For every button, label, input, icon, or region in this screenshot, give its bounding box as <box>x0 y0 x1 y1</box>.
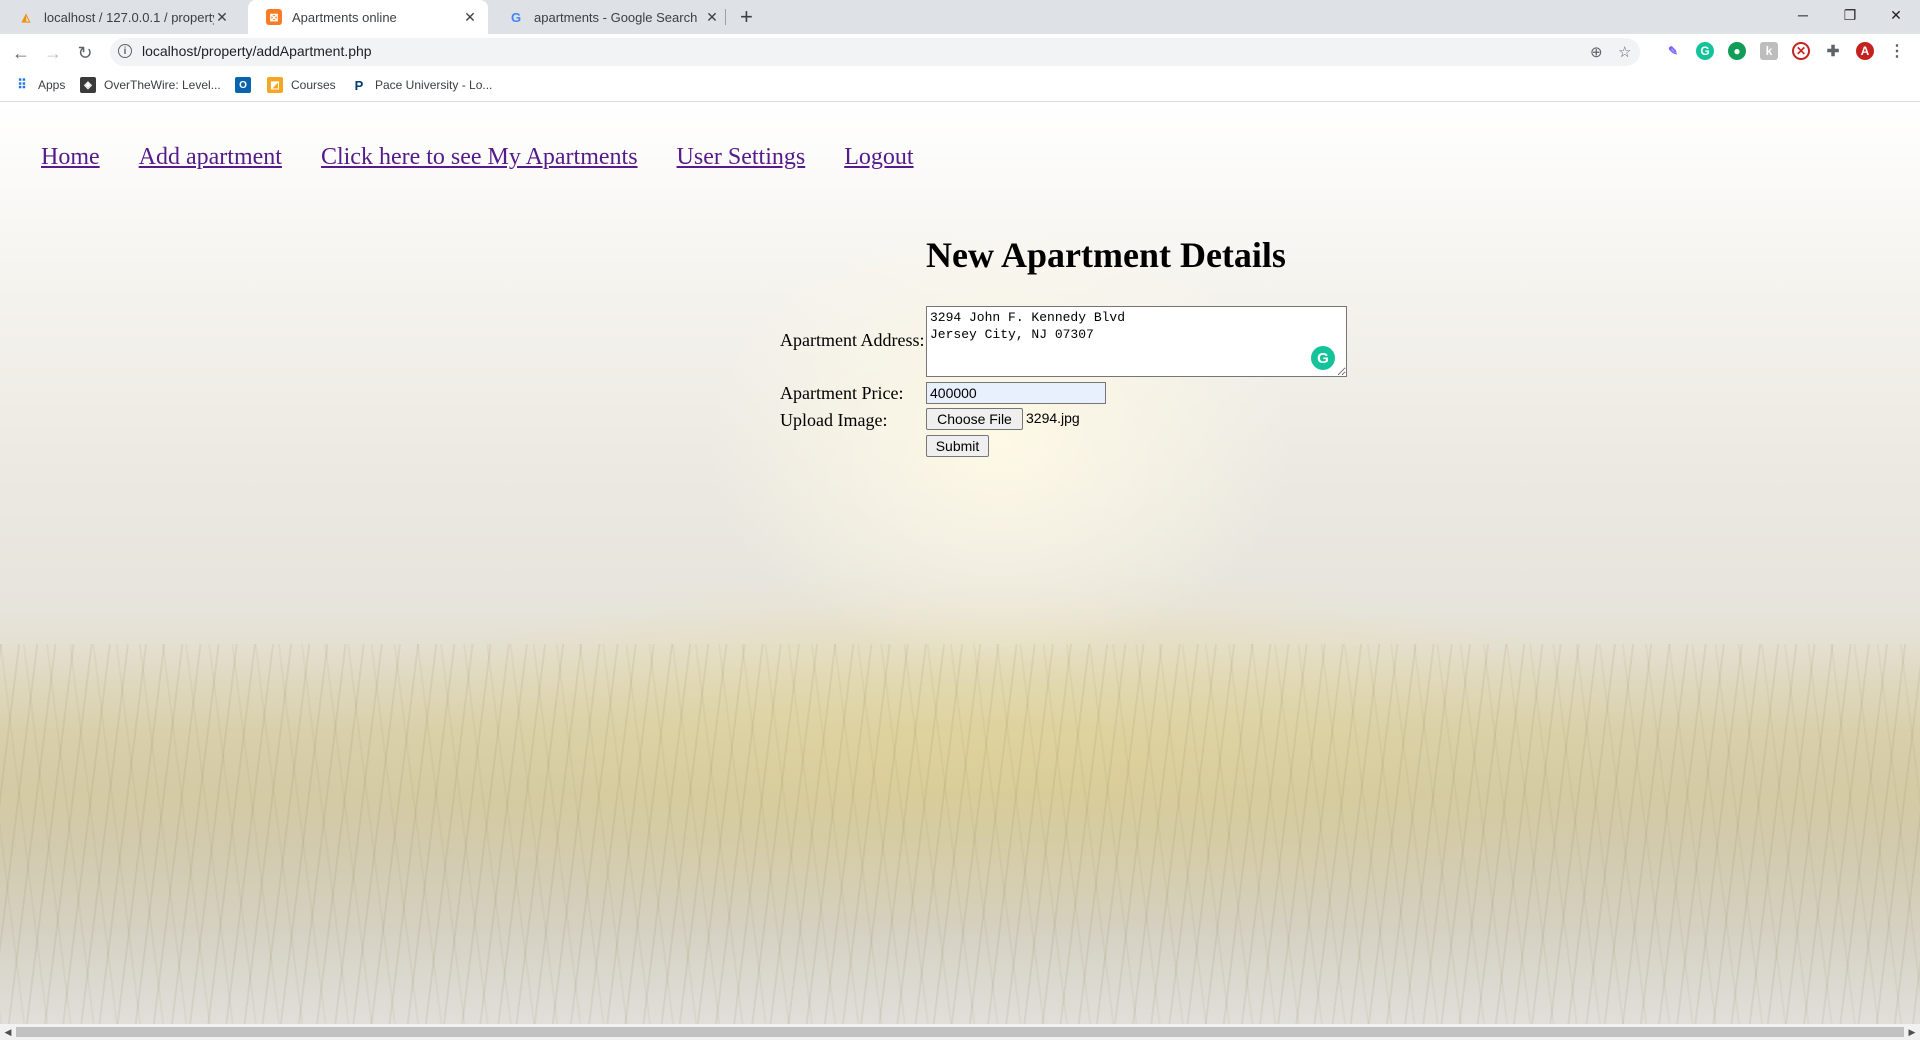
site-info-icon[interactable]: i <box>118 44 132 58</box>
forward-button[interactable]: → <box>41 41 65 65</box>
site-nav: Home Add apartment Click here to see My … <box>41 144 953 171</box>
tab-title: localhost / 127.0.0.1 / property / <box>44 9 214 25</box>
restore-button[interactable]: ❐ <box>1827 0 1873 30</box>
overthewire-icon: ◈ <box>80 77 96 93</box>
tab-phpmyadmin[interactable]: ◭ localhost / 127.0.0.1 / property / ✕ <box>0 0 240 34</box>
close-tab-icon[interactable]: ✕ <box>704 9 720 25</box>
bookmark-outlook[interactable]: O <box>235 77 259 93</box>
apps-grid-icon: ⠿ <box>17 77 27 92</box>
nav-user-settings-link[interactable]: User Settings <box>677 144 806 171</box>
close-tab-icon[interactable]: ✕ <box>462 9 478 25</box>
bookmarks-bar: ⠿ Apps ◈ OverTheWire: Level... O ◩ Cours… <box>0 70 1920 102</box>
bookmark-apps[interactable]: ⠿ Apps <box>14 77 65 93</box>
submit-button[interactable]: Submit <box>926 435 989 457</box>
nav-my-apartments-link[interactable]: Click here to see My Apartments <box>321 144 638 171</box>
browser-toolbar: ← → ↻ i localhost/property/addApartment.… <box>0 34 1920 70</box>
browser-menu-icon[interactable]: ⋮ <box>1888 42 1906 60</box>
grammarly-extension-icon[interactable]: G <box>1696 42 1714 60</box>
price-input[interactable] <box>926 382 1106 404</box>
bookmark-star-icon[interactable]: ☆ <box>1618 43 1631 61</box>
nav-logout-link[interactable]: Logout <box>844 144 913 171</box>
scrollbar-thumb[interactable] <box>16 1027 1904 1037</box>
bookmark-label: Pace University - Lo... <box>375 78 493 92</box>
address-bar[interactable]: i localhost/property/addApartment.php ⊕ … <box>110 38 1640 66</box>
evernote-extension-icon[interactable]: ● <box>1728 42 1746 60</box>
bookmark-courses[interactable]: ◩ Courses <box>267 77 336 93</box>
price-label: Apartment Price: <box>780 383 904 403</box>
page-title: New Apartment Details <box>926 235 1286 275</box>
reload-button[interactable]: ↻ <box>73 41 97 65</box>
xampp-icon: ⊠ <box>266 9 282 25</box>
bookmark-label: Apps <box>38 78 66 92</box>
pace-logo-icon: P <box>354 77 364 93</box>
gray-extension-icon[interactable]: k <box>1760 42 1778 60</box>
tab-title: apartments - Google Search <box>534 9 698 25</box>
choose-file-button[interactable]: Choose File <box>926 408 1023 430</box>
tab-google-search[interactable]: G apartments - Google Search ✕ <box>490 0 730 34</box>
close-tab-icon[interactable]: ✕ <box>214 9 230 25</box>
tab-title: Apartments online <box>292 9 397 25</box>
blocker-extension-icon[interactable]: ✕ <box>1792 42 1810 60</box>
background-grass-image <box>0 644 1920 1024</box>
profile-avatar[interactable]: A <box>1856 42 1874 60</box>
zoom-icon[interactable]: ⊕ <box>1590 43 1603 61</box>
phpmyadmin-icon: ◭ <box>21 11 31 24</box>
nav-add-apartment-link[interactable]: Add apartment <box>139 144 282 171</box>
pen-extension-icon[interactable]: ✎ <box>1664 42 1682 60</box>
grammarly-icon[interactable]: G <box>1311 346 1335 370</box>
scroll-right-arrow-icon[interactable]: ▶ <box>1904 1024 1920 1040</box>
bookmark-overthewire[interactable]: ◈ OverTheWire: Level... <box>80 77 221 93</box>
courses-icon: ◩ <box>267 77 283 93</box>
bookmark-pace-university[interactable]: P Pace University - Lo... <box>351 77 493 93</box>
tab-strip: ◭ localhost / 127.0.0.1 / property / ✕ ⊠… <box>0 0 1920 34</box>
page-viewport: Home Add apartment Click here to see My … <box>0 102 1920 1024</box>
selected-file-name: 3294.jpg <box>1026 410 1080 426</box>
bookmark-label: OverTheWire: Level... <box>104 78 221 92</box>
horizontal-scrollbar[interactable]: ◀ ▶ <box>0 1024 1920 1040</box>
outlook-icon: O <box>235 77 251 93</box>
upload-image-label: Upload Image: <box>780 410 888 430</box>
extensions-puzzle-icon[interactable]: ✚ <box>1824 42 1842 60</box>
bookmark-label: Courses <box>291 78 336 92</box>
url-text: localhost/property/addApartment.php <box>142 43 372 59</box>
close-window-button[interactable]: ✕ <box>1873 0 1919 30</box>
new-tab-button[interactable]: + <box>740 6 753 28</box>
google-icon: G <box>510 9 522 25</box>
address-textarea[interactable] <box>926 306 1347 377</box>
address-label: Apartment Address: <box>780 330 925 350</box>
minimize-button[interactable]: ─ <box>1780 0 1826 30</box>
tab-apartments-online[interactable]: ⊠ Apartments online ✕ <box>248 0 488 34</box>
back-button[interactable]: ← <box>9 41 33 65</box>
tab-separator <box>725 9 726 25</box>
scroll-left-arrow-icon[interactable]: ◀ <box>0 1024 16 1040</box>
nav-home-link[interactable]: Home <box>41 144 100 171</box>
